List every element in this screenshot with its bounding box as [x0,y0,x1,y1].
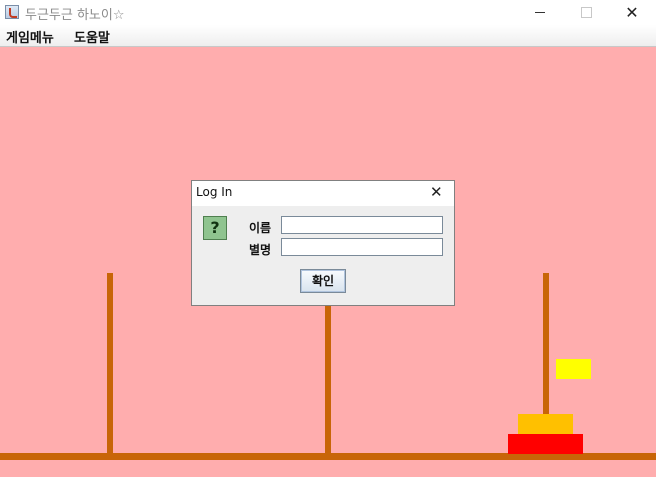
dialog-title-bar: Log In ✕ [192,181,454,206]
window-title: 두근두근 하노이☆ [25,8,125,23]
close-icon: ✕ [625,3,639,22]
maximize-icon [581,7,592,18]
nickname-label: 별명 [249,243,272,257]
dialog-title: Log In [196,185,233,199]
disk-large[interactable] [508,434,583,454]
question-icon: ? [203,216,227,240]
pole-left [107,273,113,455]
confirm-button[interactable]: 확인 [300,269,346,293]
pole-base [0,453,656,460]
close-button[interactable]: ✕ [609,0,655,25]
minimize-button[interactable] [517,0,563,25]
java-app-icon [5,5,19,19]
disk-medium[interactable] [518,414,573,434]
nickname-input[interactable] [281,238,443,256]
login-dialog: Log In ✕ ? 이름 별명 확인 [191,180,455,306]
menu-game[interactable]: 게임메뉴 [6,27,54,46]
disk-small[interactable] [556,359,591,379]
pole-middle [325,306,331,455]
title-bar: 두근두근 하노이☆ ✕ [0,0,656,25]
dialog-close-icon[interactable]: ✕ [430,183,443,201]
menu-bar: 게임메뉴 도움말 [0,25,656,47]
name-input[interactable] [281,216,443,234]
maximize-button[interactable] [563,0,609,25]
minimize-icon [535,12,545,13]
menu-help[interactable]: 도움말 [74,27,110,46]
name-label: 이름 [249,221,272,235]
